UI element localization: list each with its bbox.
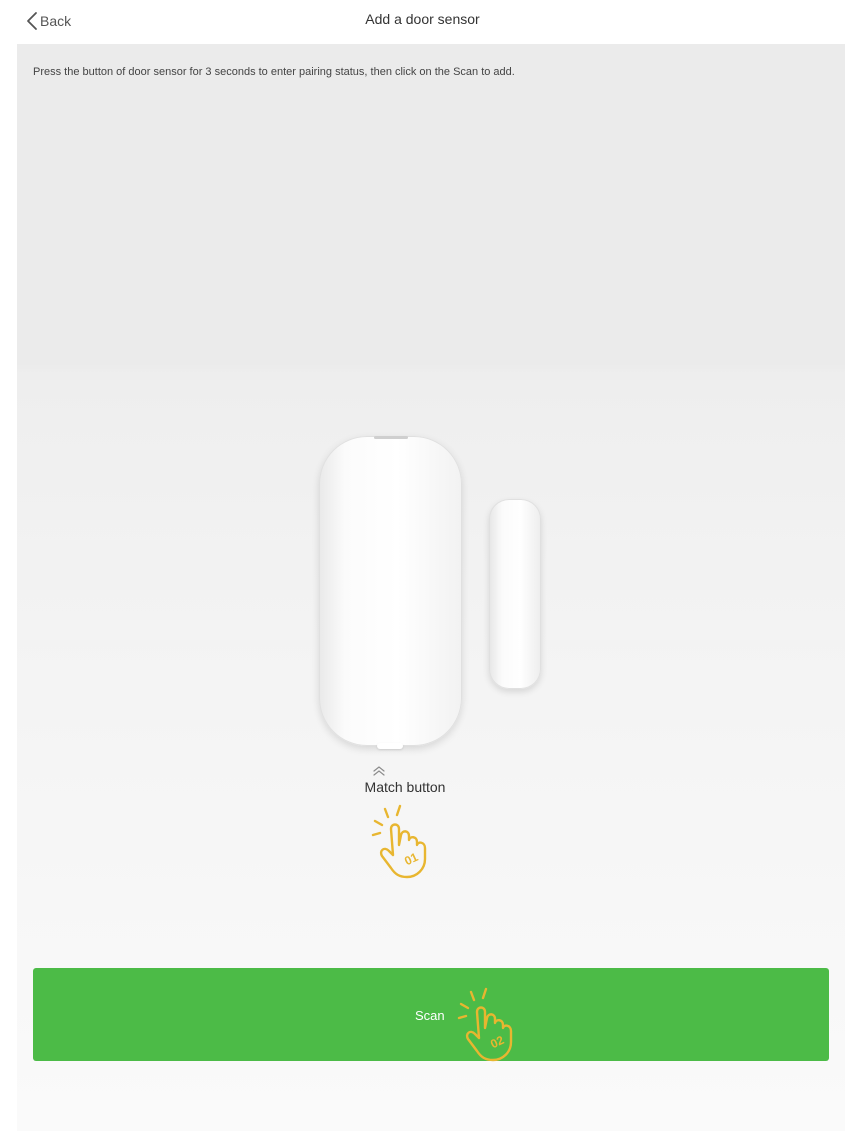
match-button-nub: [377, 743, 403, 749]
step-badge-02: 02: [488, 1033, 506, 1051]
double-chevron-up-icon: [372, 764, 386, 778]
content-area: Press the button of door sensor for 3 se…: [17, 44, 845, 1131]
tap-hand-icon: 01: [367, 799, 447, 884]
step-badge-01: 01: [402, 850, 420, 868]
pairing-instructions: Press the button of door sensor for 3 se…: [33, 66, 515, 78]
door-sensor-magnet-image: [489, 499, 541, 689]
scan-button[interactable]: Scan 02: [33, 968, 829, 1062]
header-bar: Back Add a door sensor: [0, 0, 845, 44]
door-sensor-body-image: [319, 436, 462, 749]
scan-button-label: Scan: [415, 1008, 445, 1023]
tap-hand-icon: 02: [453, 982, 533, 1067]
sensor-indicator-mark: [374, 436, 408, 439]
match-button-label: Match button: [364, 779, 446, 795]
page-title: Add a door sensor: [365, 11, 480, 27]
